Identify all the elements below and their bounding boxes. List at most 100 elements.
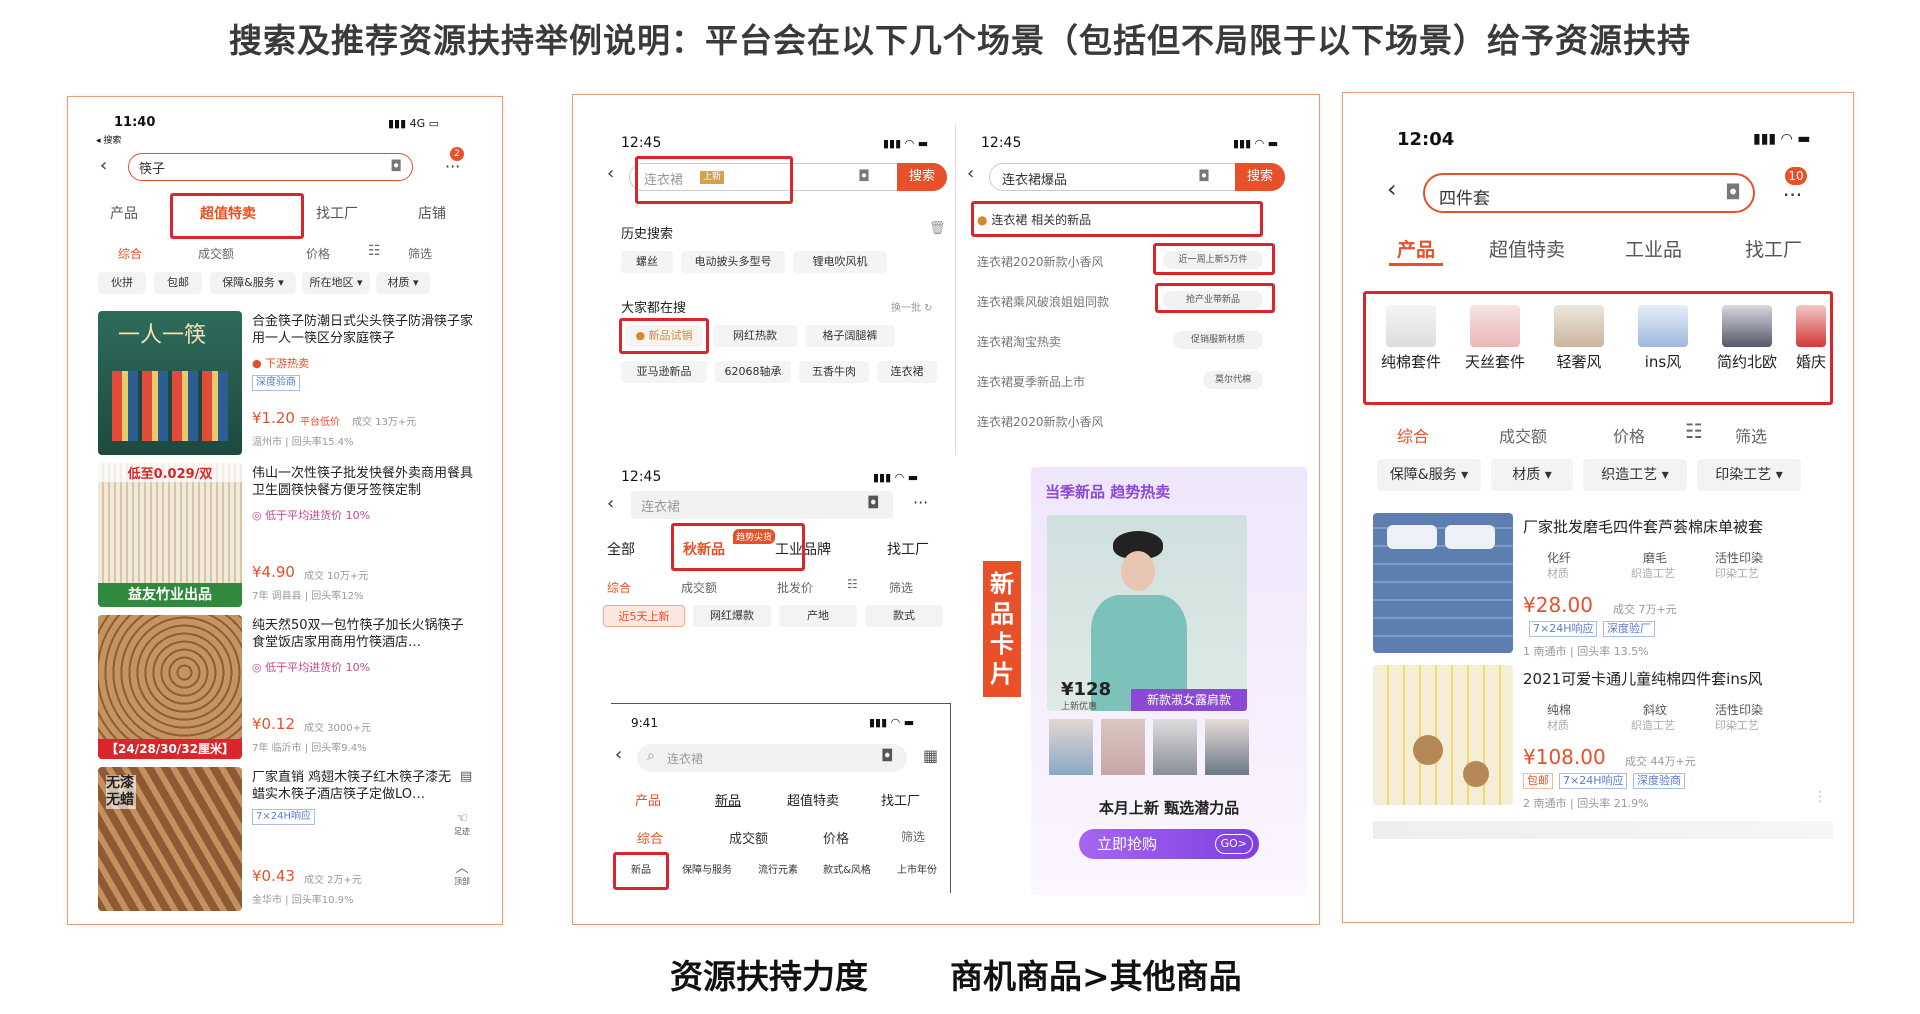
- product-image[interactable]: 一人一筷: [98, 311, 242, 455]
- more-vertical-icon[interactable]: ⋮: [1813, 789, 1827, 805]
- search-input[interactable]: 筷子: [139, 158, 165, 177]
- product-title[interactable]: 2021可爱卡通儿童纯棉四件套ins风: [1523, 671, 1833, 688]
- product-image[interactable]: [1373, 513, 1513, 653]
- back-icon[interactable]: ‹: [100, 155, 107, 176]
- card-thumb[interactable]: [1153, 719, 1197, 775]
- search-box[interactable]: ⌕ 连衣裙 ◘: [637, 744, 907, 772]
- back-icon[interactable]: ‹: [615, 744, 622, 765]
- filter-button[interactable]: 筛选: [901, 828, 925, 845]
- tab-factory[interactable]: 找工厂: [887, 539, 929, 559]
- history-item[interactable]: 电动披头多型号: [681, 251, 785, 273]
- search-input[interactable]: 四件套: [1439, 184, 1490, 209]
- chip-year[interactable]: 上市年份: [887, 860, 947, 882]
- hot-item[interactable]: 亚马逊新品: [621, 361, 707, 383]
- chip-weave[interactable]: 织造工艺 ▾: [1583, 459, 1687, 491]
- back-icon[interactable]: ‹: [967, 163, 974, 184]
- chip-style[interactable]: 款式: [865, 605, 943, 627]
- more-icon[interactable]: ···: [1783, 183, 1802, 207]
- category-item[interactable]: 天丝套件: [1457, 301, 1533, 372]
- delete-icon[interactable]: 🗑: [929, 221, 946, 236]
- tab-industrial[interactable]: 工业品: [1625, 235, 1682, 262]
- chip-dye[interactable]: 印染工艺 ▾: [1697, 459, 1801, 491]
- search-button[interactable]: 搜索: [1235, 163, 1285, 191]
- category-item[interactable]: 轻奢风: [1541, 301, 1617, 372]
- back-to-search[interactable]: ◂ 搜索: [96, 133, 121, 146]
- camera-icon[interactable]: ◘: [867, 493, 880, 512]
- hot-item[interactable]: 网红热款: [713, 325, 797, 347]
- search-input[interactable]: 连衣裙: [667, 750, 703, 767]
- tab-new[interactable]: 新品: [715, 790, 741, 809]
- history-item[interactable]: 螺丝: [621, 251, 673, 273]
- filter-button[interactable]: 筛选: [1735, 423, 1767, 447]
- sort-default[interactable]: 综合: [118, 245, 142, 262]
- search-box[interactable]: 四件套 ◘: [1423, 173, 1755, 213]
- grid-toggle-icon[interactable]: ☷: [1685, 419, 1703, 443]
- product-title[interactable]: 厂家直销 鸡翅木筷子红木筷子漆无蜡实木筷子酒店筷子定做LO…: [252, 769, 452, 803]
- sort-default[interactable]: 综合: [1397, 423, 1429, 447]
- tab-factory[interactable]: 找工厂: [1745, 235, 1802, 262]
- tab-product[interactable]: 产品: [1397, 235, 1435, 262]
- search-input[interactable]: 连衣裙: [641, 496, 680, 515]
- chip-new-5-days[interactable]: 近5天上新: [603, 605, 685, 627]
- tab-shop[interactable]: 店铺: [418, 203, 446, 223]
- chip-material[interactable]: 材质 ▾: [376, 272, 430, 294]
- product-image[interactable]: 无漆无蜡: [98, 767, 242, 911]
- suggest-row[interactable]: 连衣裙2020新款小香风: [977, 253, 1104, 270]
- more-icon[interactable]: ···: [913, 493, 928, 512]
- tab-product[interactable]: 产品: [110, 203, 138, 223]
- chip-guarantee[interactable]: 保障&服务 ▾: [1377, 459, 1481, 491]
- camera-icon[interactable]: ◘: [390, 157, 402, 175]
- search-box[interactable]: 连衣裙 ◘: [631, 491, 893, 519]
- sort-volume[interactable]: 成交额: [681, 579, 717, 596]
- card-cta-button[interactable]: 立即抢购 GO>: [1079, 829, 1259, 859]
- product-title[interactable]: 纯天然50双一包竹筷子加长火锅筷子食堂饭店家用商用竹筷酒店…: [252, 617, 476, 651]
- sort-price[interactable]: 价格: [823, 828, 849, 847]
- tab-value-sale[interactable]: 超值特卖: [787, 790, 839, 809]
- chip-guarantee[interactable]: 保障&服务 ▾: [210, 272, 296, 294]
- sort-volume[interactable]: 成交额: [1499, 423, 1547, 447]
- sort-volume[interactable]: 成交额: [198, 245, 234, 262]
- suggest-row[interactable]: 连衣裙2020新款小香风: [977, 413, 1104, 430]
- search-box[interactable]: 筷子 ◘: [128, 153, 413, 181]
- grid-toggle-icon[interactable]: ☷: [368, 243, 381, 259]
- sort-price[interactable]: 价格: [1613, 423, 1645, 447]
- card-product-image[interactable]: ¥128 上新优惠 新款淑女露肩款: [1047, 515, 1247, 711]
- suggest-row[interactable]: 连衣裙淘宝热卖: [977, 333, 1061, 350]
- filter-button[interactable]: 筛选: [889, 579, 913, 596]
- refresh-button[interactable]: 换一批 ↻: [891, 299, 933, 314]
- chip-origin[interactable]: 产地: [779, 605, 857, 627]
- grid-toggle-icon[interactable]: ☷: [847, 577, 858, 591]
- hot-item[interactable]: 格子阔腿裤: [805, 325, 895, 347]
- new-product-card[interactable]: 当季新品 趋势热卖 ¥128 上新优惠 新款淑女露肩款 本月上新 甄选潜力品 立…: [1031, 467, 1307, 895]
- card-thumb[interactable]: [1049, 719, 1093, 775]
- category-item[interactable]: ins风: [1625, 301, 1701, 372]
- camera-icon[interactable]: ◘: [1198, 167, 1210, 185]
- back-icon[interactable]: ‹: [1387, 175, 1397, 203]
- sort-default[interactable]: 综合: [637, 828, 663, 847]
- sort-price[interactable]: 价格: [306, 245, 330, 262]
- search-button[interactable]: 搜索: [897, 163, 947, 191]
- back-icon[interactable]: ‹: [607, 163, 614, 184]
- suggest-row[interactable]: 连衣裙乘风破浪姐姐同款: [977, 293, 1109, 310]
- tab-factory[interactable]: 找工厂: [316, 203, 358, 223]
- product-image[interactable]: 【24/28/30/32厘米】: [98, 615, 242, 759]
- camera-icon[interactable]: ◘: [858, 167, 870, 185]
- sort-default[interactable]: 综合: [607, 579, 631, 596]
- camera-icon[interactable]: ◘: [1725, 180, 1741, 204]
- suggest-row[interactable]: 连衣裙夏季新品上市: [977, 373, 1085, 390]
- product-title[interactable]: 伟山一次性筷子批发快餐外卖商用餐具卫生圆筷快餐方便牙签筷定制: [252, 465, 476, 499]
- footprint-icon[interactable]: ☜ 足迹: [454, 811, 470, 837]
- filter-button[interactable]: 筛选: [408, 245, 432, 262]
- chip-style[interactable]: 款式&风格: [815, 860, 879, 882]
- tab-factory[interactable]: 找工厂: [881, 790, 920, 809]
- product-image[interactable]: [1373, 665, 1513, 805]
- hot-item[interactable]: 连衣裙: [877, 361, 937, 383]
- hot-item[interactable]: 62068轴承: [715, 361, 791, 383]
- history-item[interactable]: 锂电吹风机: [793, 251, 887, 273]
- chip-guarantee[interactable]: 保障与服务: [673, 860, 741, 882]
- sort-volume[interactable]: 成交额: [729, 828, 768, 847]
- category-item[interactable]: 纯棉套件: [1373, 301, 1449, 372]
- tab-product[interactable]: 产品: [635, 790, 661, 809]
- chip-trend[interactable]: 流行元素: [749, 860, 807, 882]
- product-title[interactable]: 厂家批发磨毛四件套芦荟棉床单被套: [1523, 519, 1833, 536]
